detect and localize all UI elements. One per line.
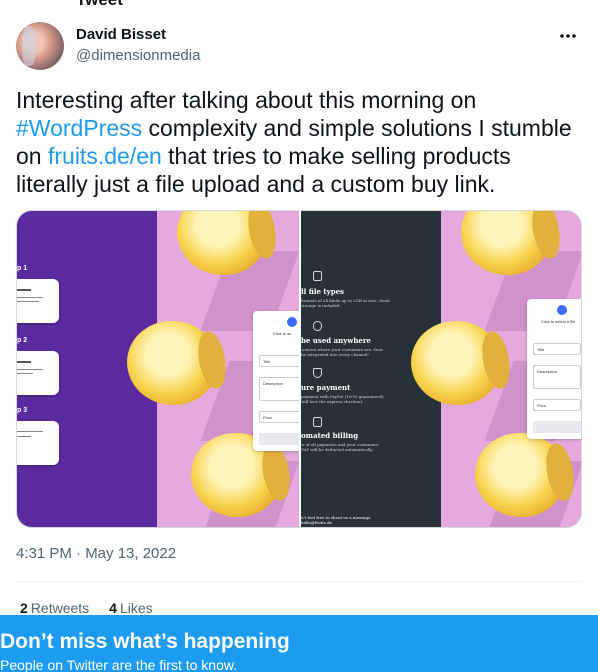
lemon-image [475, 433, 565, 517]
field-label: Description [537, 369, 558, 374]
retweets-count: 2 [20, 600, 28, 616]
feature-title: omated billing [301, 431, 359, 440]
contact-footer: n't feel free to shoot us a message hell… [301, 513, 370, 525]
tweet-text: Interesting after talking about this mor… [16, 86, 582, 198]
lemon-photo-left: Click to se Title Description Price [127, 211, 299, 527]
contact-text: n't feel free to shoot us a message hell… [301, 515, 371, 525]
media-image-right[interactable]: ll file types formats of all kinds up to… [301, 211, 581, 527]
feature-4: omated billing w of all payments and you… [301, 431, 379, 452]
feature-title: ure payment [301, 383, 351, 392]
banner-subtitle: People on Twitter are the first to know. [0, 657, 238, 672]
step-card-3 [17, 421, 59, 465]
receipt-icon [313, 417, 322, 427]
field-label: Title [537, 347, 545, 352]
feature-desc: formats of all kinds up to 2GB in size, … [301, 298, 390, 308]
likes-count: 4 [109, 600, 117, 616]
step-card-2 [17, 351, 59, 395]
more-horizontal-icon [560, 34, 576, 38]
field-label: Description [263, 381, 284, 386]
link-icon [313, 321, 322, 331]
lemon-image [411, 321, 501, 405]
tweet-text-part1: Interesting after talking about this mor… [16, 87, 477, 113]
upload-form-right: Click to select a file Title Description… [527, 299, 581, 439]
page-header-title: Tweet [76, 0, 123, 10]
url-link[interactable]: fruits.de/en [48, 143, 162, 169]
hashtag-link[interactable]: #WordPress [16, 115, 142, 141]
upload-form-left: Click to se Title Description Price [253, 311, 299, 451]
field-label: Title [263, 359, 271, 364]
feature-2: be used anywhere content where your cust… [301, 336, 383, 357]
form-field: Title [533, 343, 581, 355]
form-field: Description [259, 377, 299, 401]
feature-desc: payment with PayPal (100% guaranteed). w… [301, 394, 385, 404]
likes-label: Likes [119, 600, 153, 616]
form-field: Price [533, 399, 581, 411]
tweet-stats: 2 Retweets 4 Likes [20, 600, 153, 616]
form-title: Click to select a file [541, 319, 576, 324]
step-label-3: p 3 [17, 407, 28, 414]
form-title: Click to se [273, 331, 292, 336]
tweet-timestamp[interactable]: 4:31 PM · May 13, 2022 [16, 545, 176, 562]
tweet-header: David Bisset @dimensionmedia [16, 22, 582, 70]
field-label: Price [263, 415, 273, 420]
step-label-2: p 2 [17, 337, 28, 344]
avatar[interactable] [16, 22, 64, 70]
step-card-1 [17, 279, 59, 323]
feature-3: ure payment payment with PayPal (100% gu… [301, 383, 385, 404]
retweets-label: Retweets [30, 600, 90, 616]
form-field: Price [259, 411, 299, 423]
feature-desc: w of all payments and your customers. VA… [301, 442, 380, 452]
author-name[interactable]: David Bisset [76, 26, 166, 43]
form-field: Description [533, 365, 581, 389]
likes-stat[interactable]: 4 Likes [109, 600, 152, 616]
feature-desc: content where your customers are. Your b… [301, 347, 383, 357]
lemon-image [127, 321, 217, 405]
step-label-1: p 1 [17, 265, 28, 272]
lemon-photo-right: Click to select a file Title Description… [411, 211, 581, 527]
signup-banner: Don’t miss what’s happening People on Tw… [0, 615, 598, 672]
author-handle[interactable]: @dimensionmedia [76, 47, 200, 64]
form-submit [533, 421, 581, 433]
media-image-left[interactable]: p 1 p 2 p 3 Click to se Title Descriptio… [17, 211, 299, 527]
form-submit [259, 433, 299, 445]
shield-icon [313, 368, 322, 378]
divider [16, 581, 582, 582]
tweet-media[interactable]: p 1 p 2 p 3 Click to se Title Descriptio… [16, 210, 582, 528]
file-icon [313, 271, 322, 281]
retweets-stat[interactable]: 2 Retweets [20, 600, 89, 616]
upload-icon [287, 317, 297, 327]
field-label: Price [537, 403, 547, 408]
banner-title: Don’t miss what’s happening [0, 630, 290, 653]
feature-1: ll file types formats of all kinds up to… [301, 287, 390, 308]
upload-icon [557, 305, 567, 315]
feature-title: ll file types [301, 287, 344, 296]
feature-title: be used anywhere [301, 336, 372, 345]
more-options-button[interactable] [556, 24, 580, 48]
form-field: Title [259, 355, 299, 367]
